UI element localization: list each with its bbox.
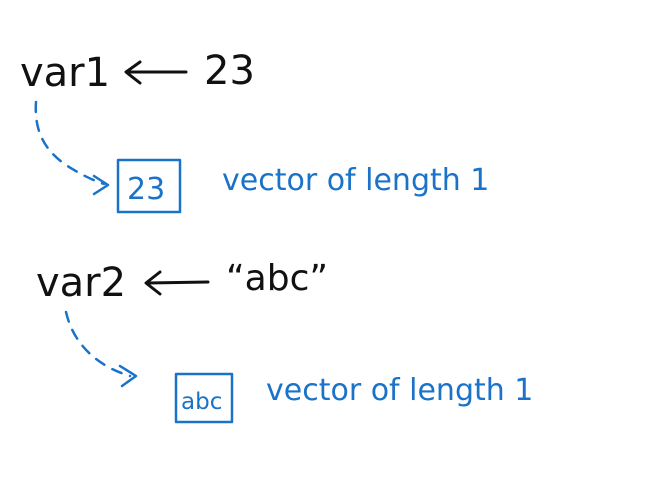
vector-box-content-2: abc (181, 389, 222, 415)
variable-name-1: var1 (20, 50, 110, 96)
dashed-curved-arrow-icon (34, 100, 110, 196)
assignment-2: var2 “abc” abc vector of length 1 (36, 258, 533, 424)
variable-name-2: var2 (36, 260, 126, 306)
vector-box-content-1: 23 (127, 172, 165, 207)
left-arrow-icon (144, 270, 210, 296)
vector-description-1: vector of length 1 (222, 163, 489, 198)
assignment-diagram: var1 23 23 vector of length 1 var2 “abc”… (20, 48, 533, 424)
left-arrow-icon (124, 60, 188, 85)
assigned-value-1: 23 (204, 48, 255, 94)
assigned-value-2: “abc” (226, 258, 328, 299)
dashed-curved-arrow-icon (64, 310, 138, 388)
assignment-1: var1 23 23 vector of length 1 (20, 48, 489, 214)
vector-description-2: vector of length 1 (266, 373, 533, 408)
